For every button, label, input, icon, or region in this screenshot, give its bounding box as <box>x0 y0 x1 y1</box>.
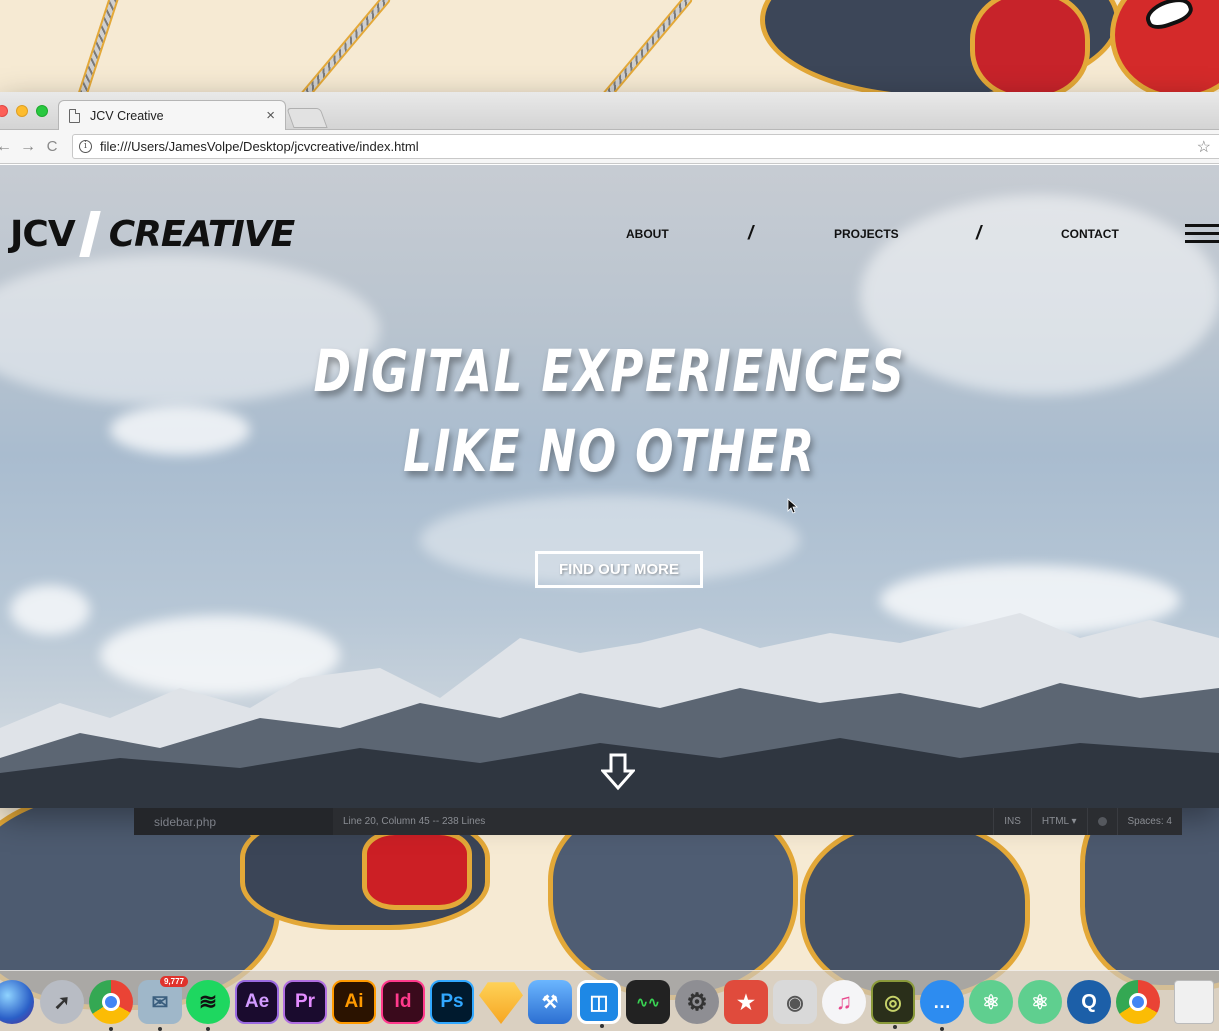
bookmark-star-icon[interactable]: ☆ <box>1197 137 1211 157</box>
wallpaper-art <box>596 0 694 107</box>
minimize-window-button[interactable] <box>16 105 28 117</box>
nav-link-contact[interactable]: CONTACT <box>1061 227 1119 241</box>
reload-icon[interactable]: C <box>40 138 64 155</box>
editor-open-file[interactable]: sidebar.php <box>134 808 333 835</box>
info-icon[interactable]: i <box>79 140 92 153</box>
indent-setting[interactable]: Spaces: 4 <box>1116 808 1182 835</box>
sketch-icon[interactable] <box>479 982 523 1024</box>
status-dot-icon <box>1097 817 1107 826</box>
scroll-down-arrow-icon[interactable] <box>601 753 635 791</box>
find-out-more-button[interactable]: FIND OUT MORE <box>535 551 703 588</box>
siri-icon[interactable] <box>0 980 34 1024</box>
wunderlist-icon[interactable]: ★ <box>724 980 768 1024</box>
audio-app-icon[interactable]: ◎ <box>871 980 915 1029</box>
wallpaper-art <box>970 0 1090 100</box>
document-icon <box>69 108 80 123</box>
tab-title: JCV Creative <box>90 108 164 123</box>
editor-status-bar: sidebar.php Line 20, Column 45 -- 238 Li… <box>134 808 1182 835</box>
status-bar-right: INS HTML ▾ Spaces: 4 <box>993 808 1182 835</box>
cursor-position: Line 20, Column 45 -- 238 Lines <box>343 816 486 827</box>
disk-utility-icon[interactable]: ◉ <box>773 980 817 1024</box>
messages-icon[interactable]: … <box>920 980 964 1031</box>
mouse-cursor-icon <box>787 498 799 514</box>
window-controls <box>0 105 48 117</box>
page-viewport: JCV CREATIVE ABOUT / PROJECTS / CONTACT … <box>0 165 1219 808</box>
chrome-icon[interactable] <box>89 980 133 1031</box>
itunes-icon[interactable]: ♫ <box>822 980 866 1024</box>
hero-headline-line1: DIGITAL EXPERIENCES <box>313 337 906 405</box>
atom-beta-icon[interactable]: ⚛ <box>1018 980 1062 1024</box>
address-bar[interactable]: i file:///Users/JamesVolpe/Desktop/jcvcr… <box>72 134 1219 159</box>
nav-link-about[interactable]: ABOUT <box>626 227 669 241</box>
activity-monitor-icon[interactable]: ∿∿ <box>626 980 670 1024</box>
launchpad-icon[interactable]: ➚ <box>40 980 84 1024</box>
browser-window: JCV Creative × ← → C i file:///Users/Jam… <box>0 92 1219 808</box>
address-toolbar: ← → C i file:///Users/JamesVolpe/Desktop… <box>0 130 1219 164</box>
atom-icon[interactable]: ⚛ <box>969 980 1013 1024</box>
browser-tab[interactable]: JCV Creative × <box>58 100 286 130</box>
after-effects-icon[interactable]: Ae <box>235 980 279 1024</box>
new-tab-button[interactable] <box>286 108 328 128</box>
main-nav: ABOUT / PROJECTS / CONTACT <box>0 223 1219 247</box>
hamburger-menu-icon[interactable] <box>1185 224 1219 248</box>
url-text[interactable]: file:///Users/JamesVolpe/Desktop/jcvcrea… <box>100 139 419 154</box>
tower-icon[interactable]: ◫ <box>577 980 621 1028</box>
close-tab-icon[interactable]: × <box>266 107 275 124</box>
wallpaper-art <box>362 830 472 910</box>
close-window-button[interactable] <box>0 105 8 117</box>
macos-dock: ➚ ✉ 9,777 ≋ Ae Pr Ai Id Ps ⚒ ◫ ∿∿ ⚙ ★ ◉ ♫… <box>0 970 1219 1031</box>
nav-separator: / <box>976 223 982 244</box>
spotify-icon[interactable]: ≋ <box>186 980 230 1031</box>
maximize-window-button[interactable] <box>36 105 48 117</box>
insert-mode[interactable]: INS <box>993 808 1031 835</box>
documents-stack-icon[interactable] <box>1174 980 1214 1024</box>
xcode-icon[interactable]: ⚒ <box>528 980 572 1024</box>
back-arrow-icon[interactable]: ← <box>0 138 16 156</box>
mail-icon[interactable]: ✉ 9,777 <box>138 976 188 1031</box>
wallpaper-art <box>294 0 392 107</box>
language-select[interactable]: HTML ▾ <box>1030 808 1087 835</box>
premiere-icon[interactable]: Pr <box>283 980 327 1024</box>
photoshop-icon[interactable]: Ps <box>430 980 474 1024</box>
illustrator-icon[interactable]: Ai <box>332 980 376 1024</box>
mail-badge: 9,777 <box>159 976 188 987</box>
chrome-canary-icon[interactable] <box>1116 980 1160 1024</box>
nav-separator: / <box>748 223 754 244</box>
forward-arrow-icon[interactable]: → <box>16 138 40 156</box>
quicktime-icon[interactable]: Q <box>1067 980 1111 1024</box>
linter-status[interactable] <box>1086 808 1117 835</box>
browser-titlebar: JCV Creative × <box>0 92 1219 130</box>
hero-headline-line2: LIKE NO OTHER <box>403 417 816 485</box>
system-preferences-icon[interactable]: ⚙ <box>675 980 719 1024</box>
nav-link-projects[interactable]: PROJECTS <box>834 227 899 241</box>
indesign-icon[interactable]: Id <box>381 980 425 1024</box>
